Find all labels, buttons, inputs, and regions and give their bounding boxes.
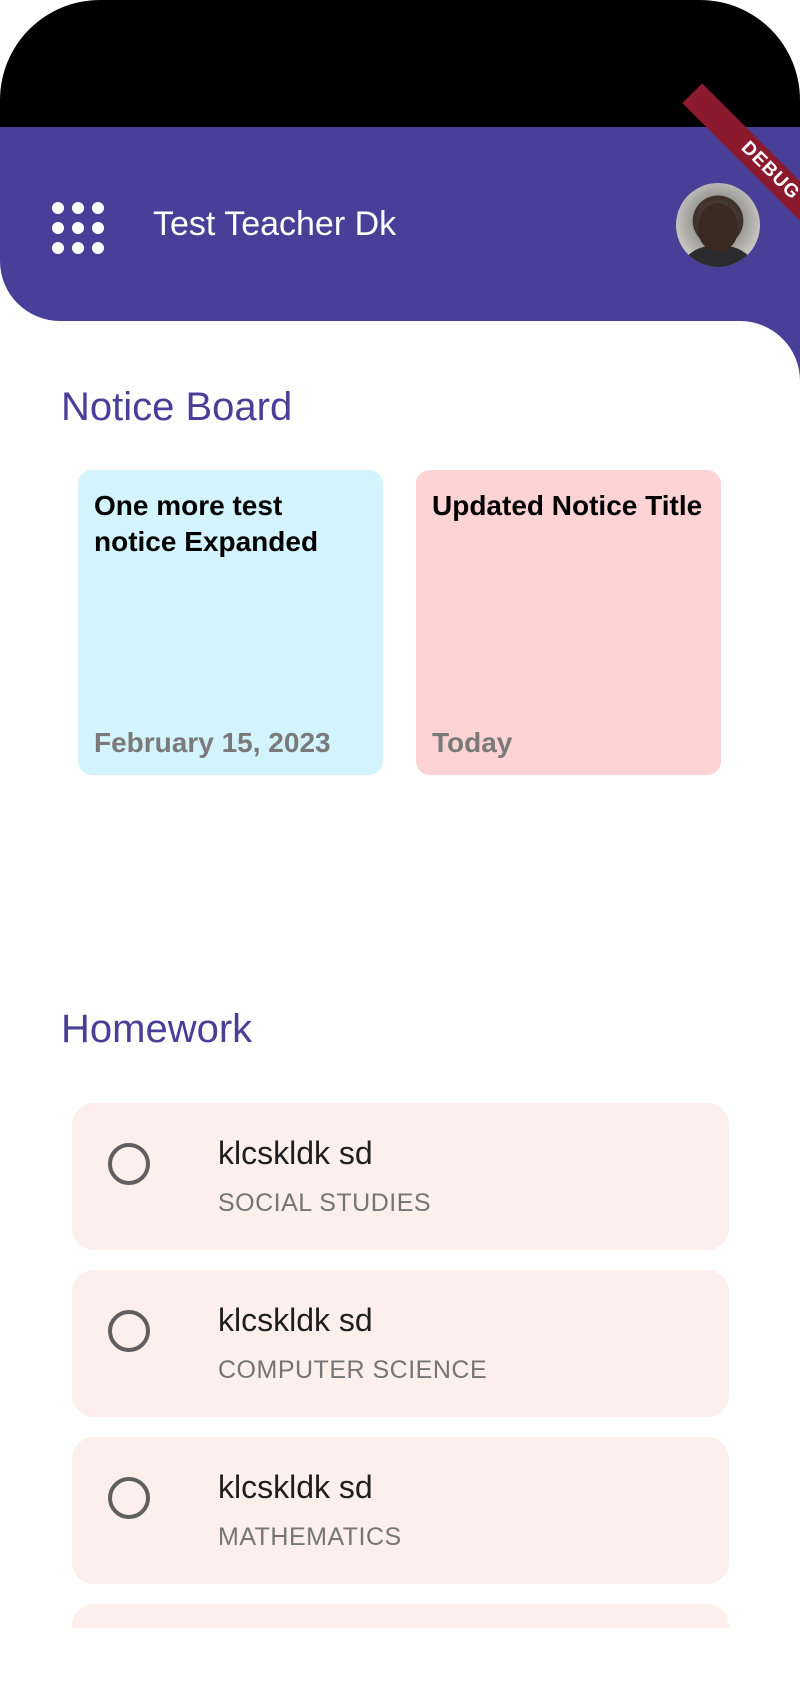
homework-subject: SOCIAL STUDIES: [218, 1189, 432, 1217]
homework-item[interactable]: klcskldk sd MATHEMATICS: [72, 1437, 729, 1584]
app-screen: Test Teacher Dk DEBUG Notice Board One m…: [0, 0, 800, 1688]
avatar-face: [698, 203, 738, 251]
avatar[interactable]: [676, 183, 760, 267]
radio-icon[interactable]: [108, 1143, 150, 1185]
notice-board-heading: Notice Board: [61, 385, 293, 429]
homework-item[interactable]: klcskldk sd SOCIAL STUDIES: [72, 1103, 729, 1250]
app-bar-curve: [740, 321, 800, 381]
homework-title: klcskldk sd: [218, 1302, 373, 1338]
radio-icon[interactable]: [108, 1310, 150, 1352]
homework-item-partial[interactable]: [72, 1604, 729, 1628]
notice-date: February 15, 2023: [94, 727, 331, 758]
homework-subject: COMPUTER SCIENCE: [218, 1356, 488, 1384]
status-bar: [0, 0, 800, 127]
notice-card[interactable]: One more test notice Expanded February 1…: [78, 470, 383, 775]
homework-subject: MATHEMATICS: [218, 1523, 402, 1551]
homework-title: klcskldk sd: [218, 1469, 373, 1505]
homework-title: klcskldk sd: [218, 1135, 373, 1171]
notice-date: Today: [432, 727, 513, 758]
bottom-spacer: [0, 1628, 800, 1688]
notice-title: Updated Notice Title: [432, 490, 703, 521]
notice-card[interactable]: Updated Notice Title Today: [416, 470, 721, 775]
grid-menu-icon[interactable]: [52, 202, 104, 254]
homework-heading: Homework: [61, 1007, 253, 1051]
homework-item[interactable]: klcskldk sd COMPUTER SCIENCE: [72, 1270, 729, 1417]
radio-icon[interactable]: [108, 1477, 150, 1519]
notice-title: One more test notice Expanded: [94, 490, 319, 557]
app-title: Test Teacher Dk: [153, 205, 397, 243]
